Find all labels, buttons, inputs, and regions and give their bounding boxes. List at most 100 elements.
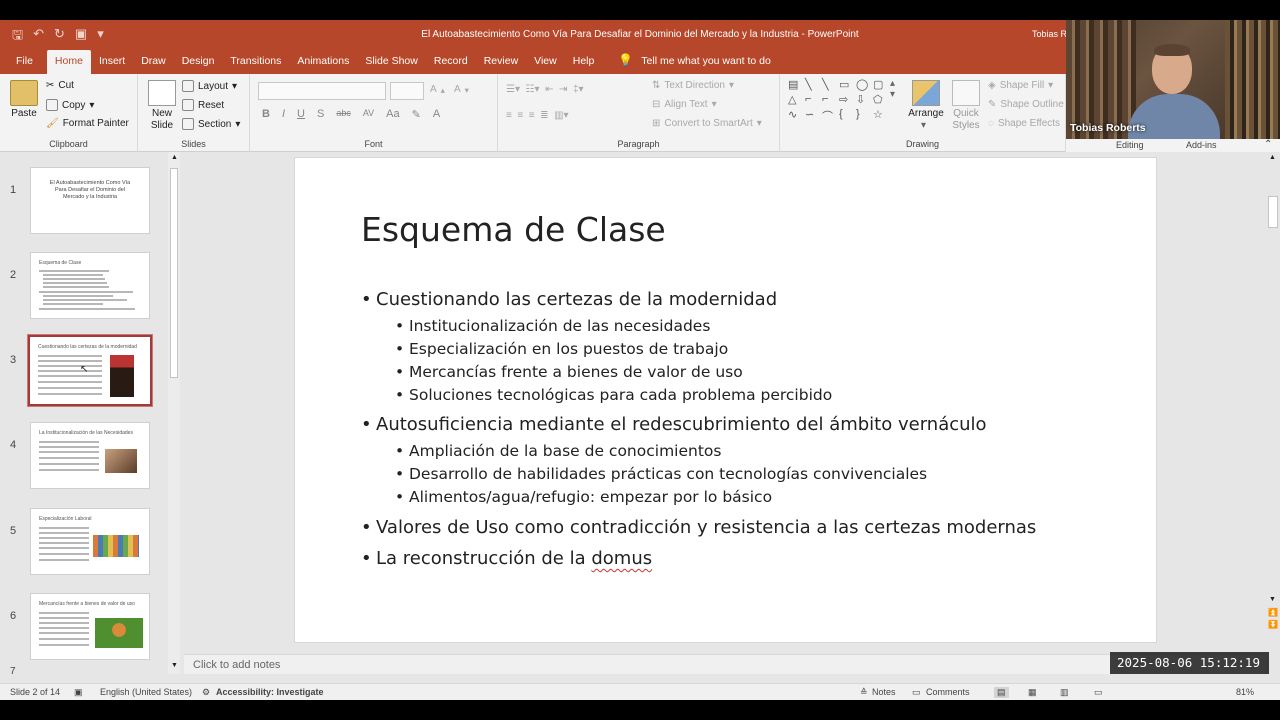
- scroll-up-icon[interactable]: ▲: [171, 154, 178, 161]
- copy-button[interactable]: Copy ▾: [46, 99, 94, 111]
- layout-button[interactable]: Layout ▾: [182, 80, 237, 92]
- slide-thumbnail-2[interactable]: Esquema de Clase: [30, 252, 150, 319]
- slideshow-view-icon[interactable]: ▭: [1094, 687, 1103, 698]
- align-text-button[interactable]: ⊟ Align Text ▾: [652, 99, 717, 110]
- slide-title[interactable]: Esquema de Clase: [361, 210, 666, 249]
- quick-styles-icon[interactable]: [952, 80, 980, 106]
- strikethrough-button[interactable]: abc: [336, 108, 351, 121]
- arrange-icon[interactable]: [912, 80, 940, 106]
- bullet-level-2[interactable]: Institucionalización de las necesidades: [395, 317, 710, 335]
- bullet-level-1[interactable]: Cuestionando las certezas de la modernid…: [361, 289, 777, 310]
- tab-slide-show[interactable]: Slide Show: [357, 50, 426, 74]
- scroll-down-icon[interactable]: ▼: [171, 662, 178, 669]
- cut-button[interactable]: ✂ Cut: [46, 80, 74, 91]
- section-button[interactable]: Section ▾: [182, 118, 240, 130]
- star-shape-icon[interactable]: ☆: [873, 108, 889, 124]
- tab-animations[interactable]: Animations: [289, 50, 357, 74]
- rounded-rect-shape-icon[interactable]: ▢: [873, 78, 889, 91]
- notes-placeholder[interactable]: Click to add notes: [193, 659, 280, 671]
- line-shape-icon[interactable]: ╲: [822, 78, 838, 91]
- font-size-select[interactable]: [390, 82, 424, 100]
- shadow-button[interactable]: S: [317, 108, 324, 121]
- reset-button[interactable]: Reset: [182, 99, 224, 111]
- bullet-level-2[interactable]: Alimentos/agua/refugio: empezar por lo b…: [395, 488, 772, 506]
- tab-home[interactable]: Home: [46, 50, 91, 74]
- freeform-shape-icon[interactable]: ∽: [805, 108, 821, 124]
- shapes-gallery[interactable]: ▤ ╲ ╲ ▭ ◯ ▢ △ ⌐ ⌐ ⇨ ⇩ ⬠ ∿ ∽ ⌒{} ☆: [788, 78, 892, 124]
- bullet-level-1[interactable]: Valores de Uso como contradicción y resi…: [361, 517, 1036, 538]
- paste-icon[interactable]: [10, 80, 38, 106]
- format-painter-button[interactable]: 🖌 Format Painter: [46, 118, 129, 129]
- notes-button[interactable]: Notes: [872, 687, 896, 697]
- decrease-font-size-button[interactable]: A ▾: [454, 84, 469, 95]
- paste-button[interactable]: Paste: [8, 108, 40, 120]
- account-name[interactable]: Tobias R: [1032, 29, 1067, 39]
- tab-file[interactable]: File: [0, 50, 47, 74]
- connector-shape-icon[interactable]: ⌐: [822, 93, 838, 106]
- font-color-button[interactable]: A: [433, 108, 440, 121]
- slide-thumbnail-3[interactable]: Cuestionando las certezas de la modernid…: [27, 334, 153, 407]
- text-direction-button[interactable]: ⇅ Text Direction ▾: [652, 80, 734, 91]
- slide-thumbnail-5[interactable]: Especialización Laboral: [30, 508, 150, 575]
- scrollbar-thumb[interactable]: [170, 168, 178, 378]
- italic-button[interactable]: I: [282, 108, 285, 121]
- bullet-level-1[interactable]: Autosuficiencia mediante el redescubrimi…: [361, 414, 987, 435]
- character-spacing-button[interactable]: AV: [363, 108, 374, 121]
- next-slide-icon[interactable]: ⏬: [1268, 620, 1278, 629]
- collapse-ribbon-icon[interactable]: ⌃: [1264, 139, 1272, 150]
- brace-shape-icon[interactable]: }: [856, 108, 872, 124]
- bullet-level-2[interactable]: Soluciones tecnológicas para cada proble…: [395, 386, 832, 404]
- tab-design[interactable]: Design: [174, 50, 223, 74]
- new-slide-button[interactable]: New Slide: [144, 108, 180, 132]
- slide-sorter-icon[interactable]: ▦: [1028, 687, 1037, 698]
- spelling-icon[interactable]: ▣: [74, 687, 83, 698]
- highlight-icon[interactable]: ✎: [412, 108, 421, 121]
- zoom-level[interactable]: 81%: [1236, 687, 1254, 697]
- convert-smartart-button[interactable]: ⊞ Convert to SmartArt ▾: [652, 118, 762, 129]
- tab-review[interactable]: Review: [476, 50, 526, 74]
- change-case-button[interactable]: Aa: [386, 108, 399, 121]
- tell-me-search[interactable]: 💡 Tell me what you want to do: [610, 50, 779, 74]
- tab-insert[interactable]: Insert: [91, 50, 133, 74]
- scrollbar-thumb[interactable]: [1268, 196, 1278, 228]
- tab-transitions[interactable]: Transitions: [222, 50, 289, 74]
- new-slide-icon[interactable]: [148, 80, 176, 106]
- slide-thumbnail-4[interactable]: La Institucionalización de las Necesidad…: [30, 422, 150, 489]
- tab-draw[interactable]: Draw: [133, 50, 174, 74]
- bullet-level-2[interactable]: Mercancías frente a bienes de valor de u…: [395, 363, 743, 381]
- line-shape-icon[interactable]: ╲: [805, 78, 821, 91]
- comments-icon[interactable]: ▭: [912, 687, 921, 698]
- bullet-level-2[interactable]: Especialización en los puestos de trabaj…: [395, 340, 728, 358]
- pentagon-shape-icon[interactable]: ⬠: [873, 93, 889, 106]
- connector-shape-icon[interactable]: ⌐: [805, 93, 821, 106]
- scroll-down-icon[interactable]: ▼: [1269, 596, 1276, 603]
- bullet-level-2[interactable]: Desarrollo de habilidades prácticas con …: [395, 465, 927, 483]
- slide-thumbnail-1[interactable]: El Autoabastecimiento Como Vía Para Desa…: [30, 167, 150, 234]
- rectangle-shape-icon[interactable]: ▭: [839, 78, 855, 91]
- previous-slide-icon[interactable]: ⏫: [1268, 608, 1278, 617]
- bold-button[interactable]: B: [262, 108, 270, 121]
- reading-view-icon[interactable]: ▥: [1060, 687, 1069, 698]
- increase-font-size-button[interactable]: A ▴: [430, 84, 445, 95]
- bullet-level-1[interactable]: La reconstrucción de la domus: [361, 548, 652, 569]
- tab-view[interactable]: View: [526, 50, 565, 74]
- arrow-shape-icon[interactable]: ⇩: [856, 93, 872, 106]
- bullet-level-2[interactable]: Ampliación de la base de conocimientos: [395, 442, 721, 460]
- font-family-select[interactable]: [258, 82, 386, 100]
- spellcheck-word[interactable]: domus: [591, 548, 652, 569]
- notes-icon[interactable]: ≙: [860, 687, 868, 698]
- slide-canvas[interactable]: Esquema de Clase Cuestionando las certez…: [294, 157, 1157, 643]
- triangle-shape-icon[interactable]: △: [788, 93, 804, 106]
- arrange-button[interactable]: Arrange: [904, 108, 948, 120]
- comments-button[interactable]: Comments: [926, 687, 970, 697]
- quick-styles-button[interactable]: Quick Styles: [946, 108, 986, 132]
- brace-shape-icon[interactable]: {: [839, 108, 855, 124]
- accessibility-status[interactable]: Accessibility: Investigate: [216, 687, 324, 697]
- shape-fill-button[interactable]: ◈ Shape Fill ▾: [988, 80, 1053, 91]
- thumbnail-scrollbar[interactable]: ▲ ▼: [168, 152, 180, 674]
- tab-help[interactable]: Help: [565, 50, 603, 74]
- tab-record[interactable]: Record: [426, 50, 476, 74]
- normal-view-icon[interactable]: ▤: [994, 687, 1009, 698]
- editor-scrollbar[interactable]: ▲ ▼ ⏫ ⏬: [1266, 152, 1280, 632]
- slide-thumbnail-6[interactable]: Mercancías frente a bienes de valor de u…: [30, 593, 150, 660]
